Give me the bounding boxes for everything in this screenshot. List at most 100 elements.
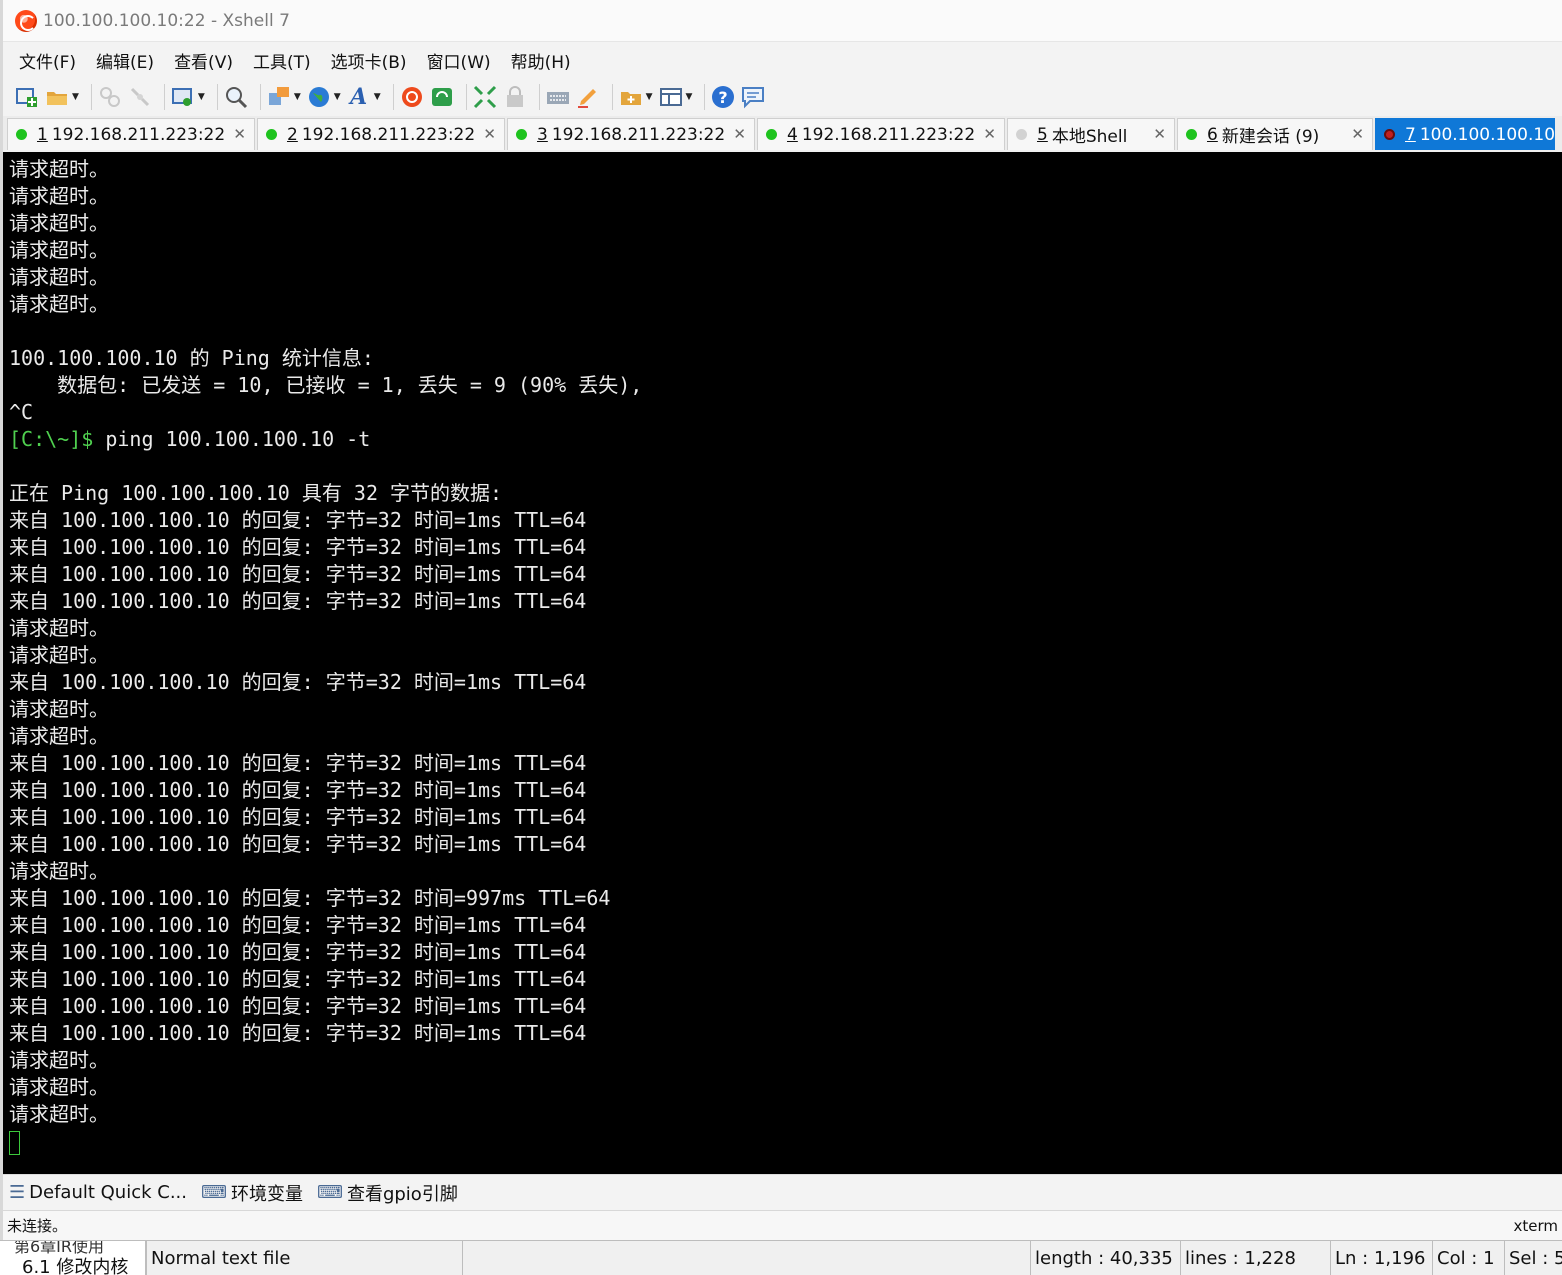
xshell-button[interactable] (400, 83, 424, 111)
window-title: 100.100.100.10:22 - Xshell 7 (43, 10, 290, 31)
disconnect-button[interactable] (128, 83, 152, 111)
tab-session-6[interactable]: 6 新建会话 (9) ✕ (1177, 118, 1373, 150)
close-icon[interactable]: ✕ (1153, 125, 1166, 143)
terminal-type: xterm (1513, 1216, 1558, 1235)
menu-tabs[interactable]: 选项卡(B) (329, 44, 409, 77)
terminal-line: 100.100.100.10 的 Ping 统计信息: (9, 346, 374, 370)
close-icon[interactable]: ✕ (1351, 125, 1364, 143)
terminal-output[interactable]: 请求超时。 请求超时。 请求超时。 请求超时。 请求超时。 请求超时。 100.100.10… (3, 152, 1562, 1174)
terminal-line: 请求超时。 (9, 265, 109, 289)
close-icon[interactable]: ✕ (983, 125, 996, 143)
menu-help[interactable]: 帮助(H) (509, 44, 573, 77)
menu-edit[interactable]: 编辑(E) (94, 44, 156, 77)
menu-view[interactable]: 查看(V) (172, 44, 235, 77)
tab-label: 192.168.211.223:22 (801, 124, 976, 145)
terminal-line: 来自 100.100.100.10 的回复: 字节=32 时间=1ms TTL=… (9, 535, 587, 559)
close-icon[interactable]: ✕ (233, 125, 246, 143)
keyboard-button[interactable] (546, 83, 570, 111)
terminal-line: 来自 100.100.100.10 的回复: 字节=32 时间=1ms TTL=… (9, 589, 587, 613)
sel-indicator: Sel : 5( (1504, 1241, 1562, 1275)
toolbar: ▼ ▼ ▼ ▼ A ▼ ▼ ▼ ? (3, 78, 1562, 116)
new-session-icon (15, 85, 39, 109)
terminal-line: 来自 100.100.100.10 的回复: 字节=32 时间=1ms TTL=… (9, 994, 587, 1018)
terminal-line: 来自 100.100.100.10 的回复: 字节=32 时间=1ms TTL=… (9, 751, 587, 775)
fullscreen-button[interactable] (473, 83, 497, 111)
terminal-line: 来自 100.100.100.10 的回复: 字节=32 时间=1ms TTL=… (9, 670, 587, 694)
terminal-line: 正在 Ping 100.100.100.10 具有 32 字节的数据: (9, 481, 503, 505)
terminal-line: 请求超时。 (9, 211, 109, 235)
font-button[interactable]: A ▼ (347, 83, 380, 111)
font-icon: A (350, 84, 368, 110)
quick-command-gpio[interactable]: ⌨ 查看gpio引脚 (317, 1180, 458, 1206)
terminal-line: [C:\~]$ ping 100.100.100.10 -t (9, 426, 1562, 453)
reconnect-button[interactable] (98, 83, 122, 111)
tab-label: 192.168.211.223:22 (51, 124, 226, 145)
close-icon[interactable]: ✕ (733, 125, 746, 143)
background-editor-statusbar: 第6章IR使用 6.1 修改内核空间 Normal text file leng… (0, 1240, 1562, 1275)
highlight-button[interactable] (576, 83, 600, 111)
transfer-button[interactable]: ▼ (267, 83, 301, 111)
terminal-cursor (9, 1130, 20, 1155)
open-button[interactable]: ▼ (45, 83, 79, 111)
globe-button[interactable]: ▼ (307, 83, 341, 111)
menu-window[interactable]: 窗口(W) (425, 44, 493, 77)
shell-command: ping 100.100.100.10 -t (93, 427, 371, 451)
xftp-button[interactable] (430, 83, 454, 111)
highlight-icon (576, 85, 600, 109)
terminal-line: 请求超时。 (9, 184, 109, 208)
terminal-line: 请求超时。 (9, 1102, 109, 1126)
reconnect-icon (98, 85, 122, 109)
menu-tools[interactable]: 工具(T) (251, 44, 313, 77)
lock-icon (503, 85, 527, 109)
tab-session-5[interactable]: 5 本地Shell ✕ (1007, 118, 1175, 150)
terminal-line: 请求超时。 (9, 1048, 109, 1072)
tab-session-4[interactable]: 4 192.168.211.223:22 ✕ (757, 118, 1005, 150)
svg-text:?: ? (719, 88, 728, 107)
menu-file[interactable]: 文件(F) (17, 44, 78, 77)
help-icon: ? (711, 85, 735, 109)
connected-status-icon (516, 129, 527, 140)
terminal-line: 来自 100.100.100.10 的回复: 字节=32 时间=1ms TTL=… (9, 913, 587, 937)
terminal-line: 来自 100.100.100.10 的回复: 字节=32 时间=1ms TTL=… (9, 1021, 587, 1045)
layout-icon (659, 85, 683, 109)
disconnect-icon (128, 85, 152, 109)
transfer-icon (267, 85, 291, 109)
keyboard-icon: ⌨ (200, 1182, 227, 1203)
shell-prompt: [C:\~]$ (9, 427, 94, 451)
disconnected-status-icon (1016, 129, 1027, 140)
help-button[interactable]: ? (711, 83, 735, 111)
terminal-line: 请求超时。 (9, 157, 109, 181)
quick-command-env[interactable]: ⌨ 环境变量 (201, 1180, 303, 1206)
tab-label: 本地Shell (1051, 127, 1128, 147)
add-session-button[interactable]: ▼ (619, 83, 653, 111)
terminal-lines: 请求超时。 请求超时。 请求超时。 请求超时。 请求超时。 请求超时。 100.100.10… (3, 152, 1562, 1155)
ln-indicator: Ln : 1,196 (1330, 1241, 1432, 1275)
terminal-line: 来自 100.100.100.10 的回复: 字节=32 时间=1ms TTL=… (9, 508, 587, 532)
layout-button[interactable]: ▼ (659, 83, 692, 111)
menu-bar: 文件(F) 编辑(E) 查看(V) 工具(T) 选项卡(B) 窗口(W) 帮助(… (3, 42, 1562, 78)
terminal-line: 请求超时。 (9, 643, 109, 667)
terminal-line: 来自 100.100.100.10 的回复: 字节=32 时间=1ms TTL=… (9, 940, 587, 964)
terminal-line: 来自 100.100.100.10 的回复: 字节=32 时间=997ms TT… (9, 886, 611, 910)
tab-session-7[interactable]: 7 100.100.100.10:22 (1375, 118, 1555, 150)
terminal-line: 来自 100.100.100.10 的回复: 字节=32 时间=1ms TTL=… (9, 562, 587, 586)
tab-session-3[interactable]: 3 192.168.211.223:22 ✕ (507, 118, 755, 150)
tab-session-2[interactable]: 2 192.168.211.223:22 ✕ (257, 118, 505, 150)
properties-button[interactable]: ▼ (171, 83, 205, 111)
new-session-button[interactable] (15, 83, 39, 111)
tab-label: 100.100.100.10:22 (1419, 124, 1555, 145)
background-tree: 第6章IR使用 6.1 修改内核空间 (0, 1241, 146, 1275)
tab-session-1[interactable]: 1 192.168.211.223:22 ✕ (7, 118, 255, 150)
close-icon[interactable]: ✕ (483, 125, 496, 143)
keyboard-icon (546, 85, 570, 109)
chat-button[interactable] (741, 83, 765, 111)
find-button[interactable] (224, 83, 248, 111)
quick-command-set[interactable]: ☰ Default Quick C... (9, 1182, 187, 1203)
terminal-line: 请求超时。 (9, 238, 109, 262)
terminal-line: 请求超时。 (9, 292, 109, 316)
connected-status-icon (266, 129, 277, 140)
lock-button[interactable] (503, 83, 527, 111)
tab-label: 新建会话 (9) (1221, 127, 1320, 147)
error-status-icon (1384, 129, 1395, 140)
